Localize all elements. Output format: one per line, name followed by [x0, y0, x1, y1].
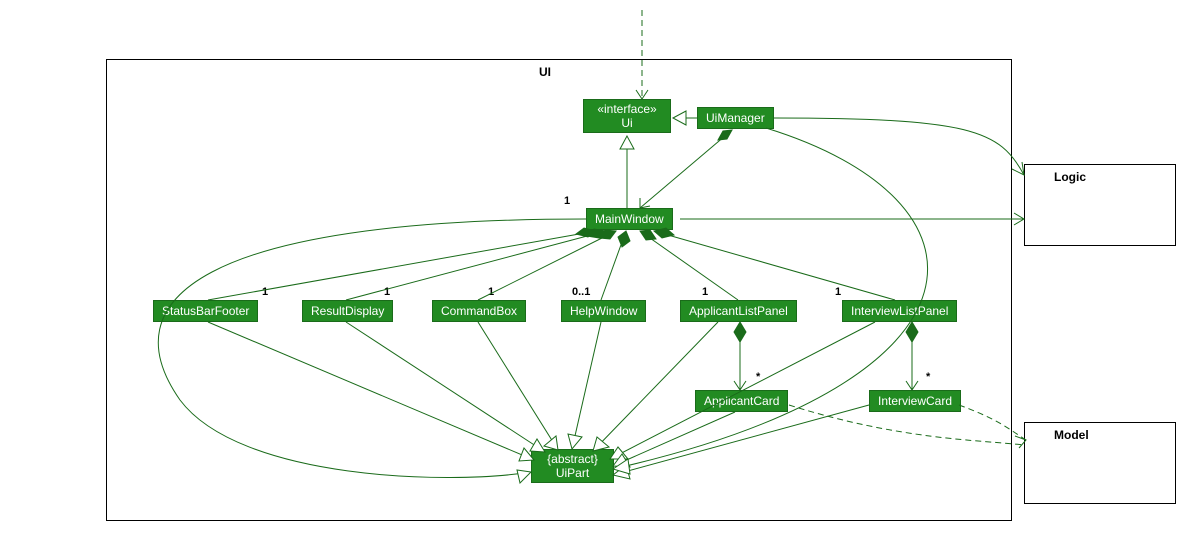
mult-helpwindow: 0..1 — [572, 286, 590, 298]
class-commandbox: CommandBox — [432, 300, 526, 322]
stereotype-abstract: {abstract} — [540, 452, 605, 466]
class-interviewcard-name: InterviewCard — [878, 394, 952, 408]
package-model-label: Model — [1054, 428, 1089, 442]
stereotype-interface: «interface» — [592, 102, 662, 116]
class-helpwindow: HelpWindow — [561, 300, 646, 322]
class-mainwindow: MainWindow — [586, 208, 673, 230]
package-ui-label: UI — [539, 65, 551, 79]
class-applicantcard: ApplicantCard — [695, 390, 788, 412]
class-statusbarfooter-name: StatusBarFooter — [162, 304, 249, 318]
package-logic — [1024, 164, 1176, 246]
class-helpwindow-name: HelpWindow — [570, 304, 637, 318]
mult-interviewcard: * — [926, 371, 930, 383]
class-applicantlistpanel-name: ApplicantListPanel — [689, 304, 788, 318]
class-uipart: {abstract} UiPart — [531, 449, 614, 483]
class-uimanager: UiManager — [697, 107, 774, 129]
class-applicantcard-name: ApplicantCard — [704, 394, 779, 408]
package-logic-label: Logic — [1054, 170, 1086, 184]
class-ui-interface: «interface» Ui — [583, 99, 671, 133]
class-uimanager-name: UiManager — [706, 111, 765, 125]
mult-interviewlistpanel: 1 — [835, 286, 841, 298]
class-resultdisplay: ResultDisplay — [302, 300, 393, 322]
class-resultdisplay-name: ResultDisplay — [311, 304, 384, 318]
class-ui-name: Ui — [592, 116, 662, 130]
mult-statusbarfooter: 1 — [262, 286, 268, 298]
mult-resultdisplay: 1 — [384, 286, 390, 298]
mult-applicantlistpanel: 1 — [702, 286, 708, 298]
class-applicantlistpanel: ApplicantListPanel — [680, 300, 797, 322]
class-statusbarfooter: StatusBarFooter — [153, 300, 258, 322]
class-interviewlistpanel: InterviewListPanel — [842, 300, 957, 322]
class-interviewcard: InterviewCard — [869, 390, 961, 412]
class-uipart-name: UiPart — [540, 466, 605, 480]
package-model — [1024, 422, 1176, 504]
mult-applicantcard: * — [756, 371, 760, 383]
class-interviewlistpanel-name: InterviewListPanel — [851, 304, 948, 318]
class-commandbox-name: CommandBox — [441, 304, 517, 318]
mult-mainwindow: 1 — [564, 195, 570, 207]
mult-commandbox: 1 — [488, 286, 494, 298]
class-mainwindow-name: MainWindow — [595, 212, 664, 226]
